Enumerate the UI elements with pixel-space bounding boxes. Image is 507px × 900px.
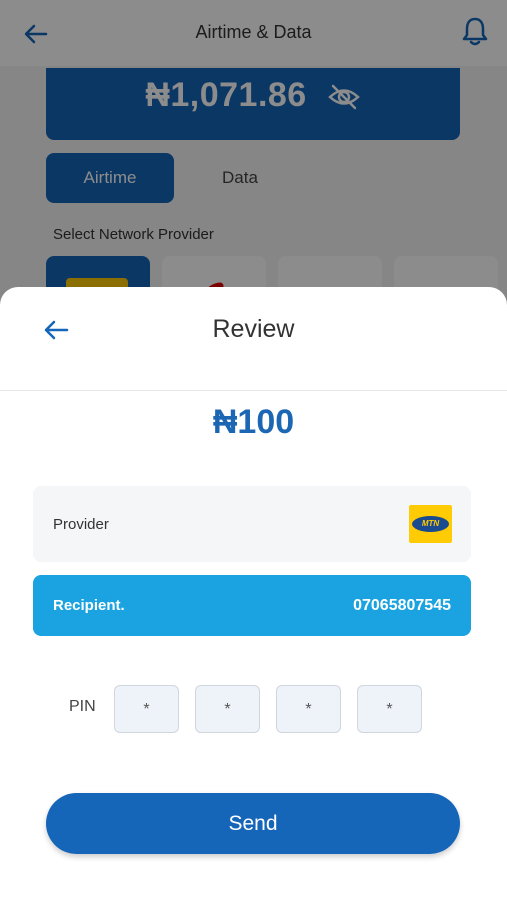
recipient-value: 07065807545 <box>353 597 451 614</box>
sheet-header: Review <box>0 287 507 391</box>
pin-label: PIN <box>69 698 96 715</box>
provider-row: Provider MTN <box>33 486 471 562</box>
review-sheet: Review ₦100 Provider MTN Recipient. 0706… <box>0 287 507 900</box>
pin-digit-2[interactable]: * <box>195 685 260 733</box>
mtn-logo-text: MTN <box>412 516 449 532</box>
amount-value: ₦100 <box>212 403 295 441</box>
recipient-label: Recipient. <box>53 597 125 614</box>
send-button[interactable]: Send <box>46 793 460 854</box>
pin-digit-1[interactable]: * <box>114 685 179 733</box>
review-title: Review <box>212 315 295 343</box>
pin-digit-4[interactable]: * <box>357 685 422 733</box>
provider-label: Provider <box>53 516 109 533</box>
mtn-logo: MTN <box>409 505 452 543</box>
recipient-row: Recipient. 07065807545 <box>33 575 471 636</box>
pin-digit-3[interactable]: * <box>276 685 341 733</box>
